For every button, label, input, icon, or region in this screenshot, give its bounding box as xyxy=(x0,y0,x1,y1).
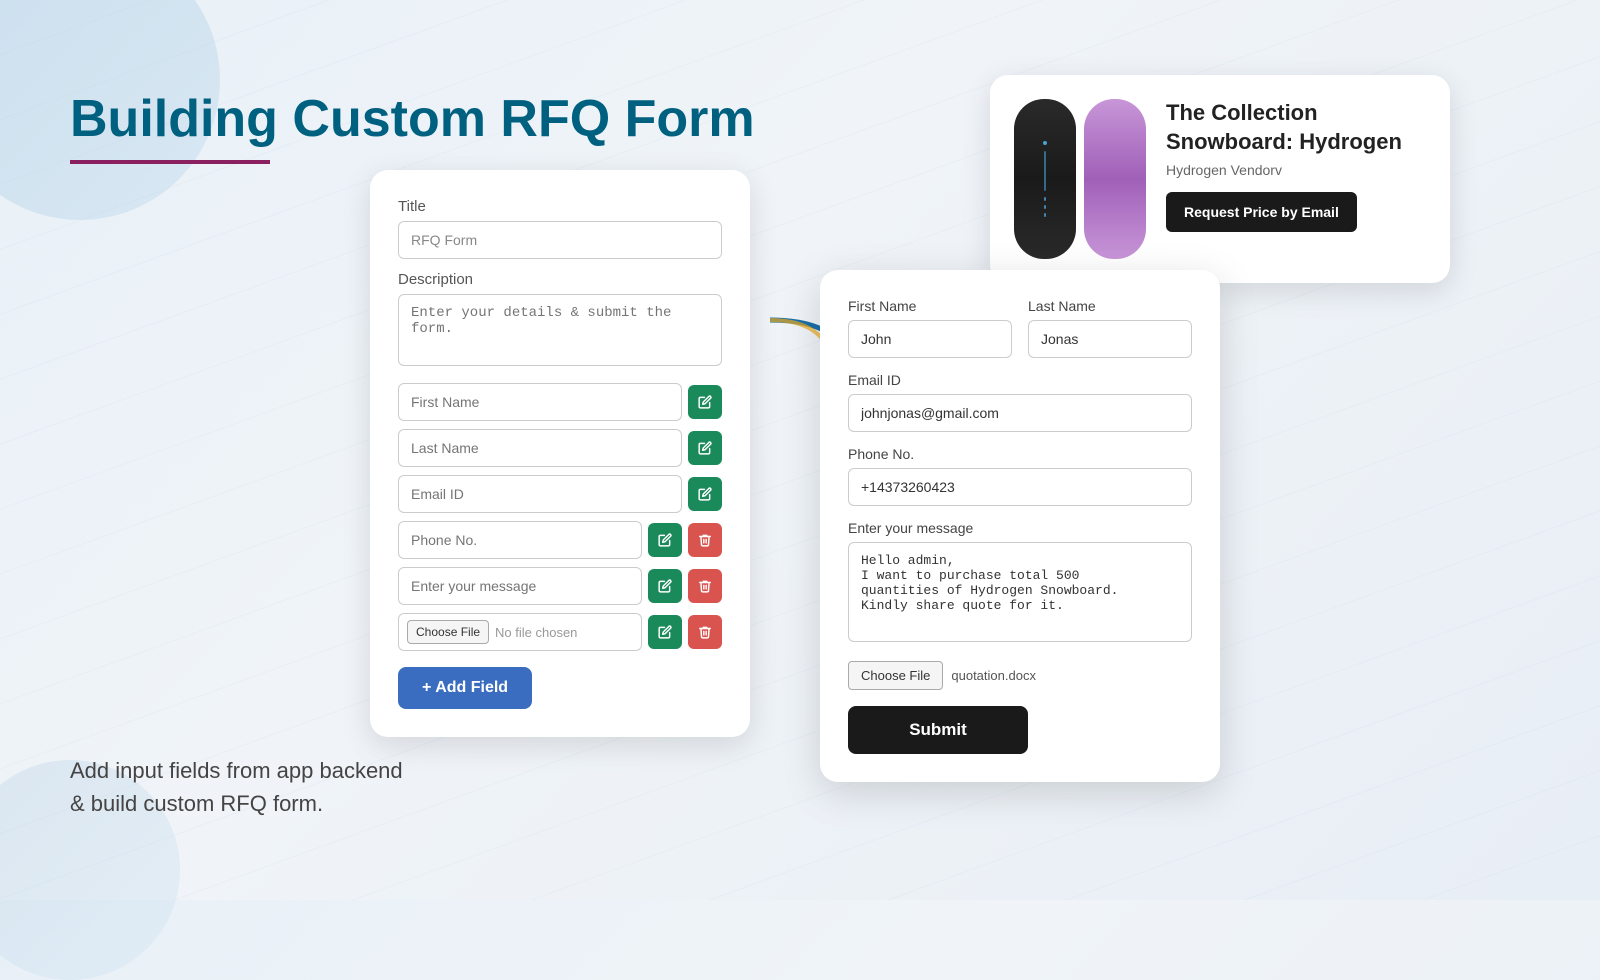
rfq-email-label: Email ID xyxy=(848,372,1192,388)
builder-form-card: Title Description xyxy=(370,170,750,737)
choose-file-button[interactable]: Choose File xyxy=(407,620,489,644)
title-label: Title xyxy=(398,198,722,215)
subtitle: Add input fields from app backend & buil… xyxy=(70,754,403,820)
delete-phone-button[interactable] xyxy=(688,523,722,557)
product-images xyxy=(1014,99,1146,259)
rfq-message-label: Enter your message xyxy=(848,520,1192,536)
edit-firstname-button[interactable] xyxy=(688,385,722,419)
board-dot xyxy=(1043,141,1047,145)
rfq-phone-input[interactable] xyxy=(848,468,1192,506)
lastname-field[interactable] xyxy=(398,429,682,467)
field-row-message xyxy=(398,567,722,605)
add-field-button[interactable]: + Add Field xyxy=(398,667,532,709)
pencil-icon xyxy=(698,395,712,409)
field-row-firstname xyxy=(398,383,722,421)
no-file-text: No file chosen xyxy=(495,625,577,640)
title-input[interactable] xyxy=(398,221,722,259)
product-vendor: Hydrogen Vendorv xyxy=(1166,162,1426,178)
rfq-file-row: Choose File quotation.docx xyxy=(848,661,1192,690)
field-row-email xyxy=(398,475,722,513)
rfq-phone-label: Phone No. xyxy=(848,446,1192,462)
rfq-submit-button[interactable]: Submit xyxy=(848,706,1028,754)
file-field-row: Choose File No file chosen xyxy=(398,613,722,651)
rfq-message-textarea[interactable] xyxy=(848,542,1192,642)
product-card: The Collection Snowboard: Hydrogen Hydro… xyxy=(990,75,1450,283)
pencil-icon xyxy=(658,533,672,547)
edit-lastname-button[interactable] xyxy=(688,431,722,465)
rfq-filename: quotation.docx xyxy=(951,668,1036,683)
email-field[interactable] xyxy=(398,475,682,513)
trash-icon xyxy=(698,625,712,639)
snowboard-purple xyxy=(1084,99,1146,259)
firstname-field[interactable] xyxy=(398,383,682,421)
delete-file-button[interactable] xyxy=(688,615,722,649)
field-row-phone xyxy=(398,521,722,559)
snowboard-dark xyxy=(1014,99,1076,259)
pencil-icon xyxy=(658,579,672,593)
edit-phone-button[interactable] xyxy=(648,523,682,557)
file-input-display: Choose File No file chosen xyxy=(398,613,642,651)
product-title: The Collection Snowboard: Hydrogen xyxy=(1166,99,1426,156)
rfq-email-input[interactable] xyxy=(848,394,1192,432)
rfq-name-row: First Name Last Name xyxy=(848,298,1192,358)
pencil-icon xyxy=(698,487,712,501)
trash-icon xyxy=(698,579,712,593)
title-underline xyxy=(70,160,270,164)
edit-email-button[interactable] xyxy=(688,477,722,511)
delete-message-button[interactable] xyxy=(688,569,722,603)
rfq-firstname-label: First Name xyxy=(848,298,1012,314)
trash-icon xyxy=(698,533,712,547)
edit-message-button[interactable] xyxy=(648,569,682,603)
page-title: Building Custom RFQ Form xyxy=(70,90,755,150)
left-section: Building Custom RFQ Form xyxy=(70,90,755,164)
rfq-form-card: First Name Last Name Email ID Phone No. … xyxy=(820,270,1220,782)
rfq-firstname-group: First Name xyxy=(848,298,1012,358)
description-label: Description xyxy=(398,271,722,288)
rfq-lastname-group: Last Name xyxy=(1028,298,1192,358)
phone-field[interactable] xyxy=(398,521,642,559)
board-line xyxy=(1044,151,1046,191)
rfq-firstname-input[interactable] xyxy=(848,320,1012,358)
request-price-button[interactable]: Request Price by Email xyxy=(1166,192,1357,232)
rfq-lastname-label: Last Name xyxy=(1028,298,1192,314)
message-field[interactable] xyxy=(398,567,642,605)
pencil-icon xyxy=(658,625,672,639)
pencil-icon xyxy=(698,441,712,455)
field-row-lastname xyxy=(398,429,722,467)
rfq-lastname-input[interactable] xyxy=(1028,320,1192,358)
edit-file-button[interactable] xyxy=(648,615,682,649)
description-textarea[interactable] xyxy=(398,294,722,366)
rfq-choose-file-button[interactable]: Choose File xyxy=(848,661,943,690)
product-info: The Collection Snowboard: Hydrogen Hydro… xyxy=(1166,99,1426,232)
